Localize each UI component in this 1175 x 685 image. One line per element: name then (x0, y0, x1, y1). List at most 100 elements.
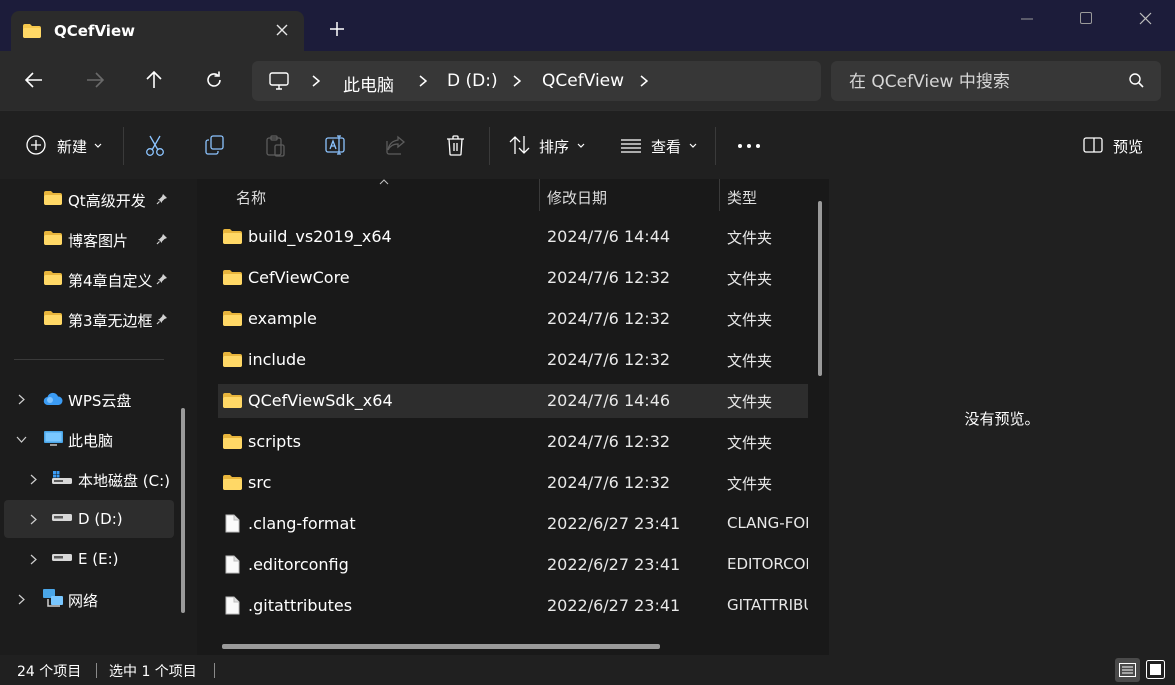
file-date: 2024/7/6 12:32 (547, 350, 671, 369)
chevron-right-icon[interactable] (419, 75, 427, 87)
breadcrumb-qcefview[interactable]: QCefView (542, 71, 624, 91)
chevron-right-icon[interactable] (30, 474, 37, 485)
sidebar-item-label: Qt高级开发 (68, 192, 146, 210)
back-icon[interactable] (25, 71, 43, 89)
sidebar-item-wps-cloud[interactable]: WPS云盘 (4, 380, 174, 418)
preview-button[interactable]: 预览 (1113, 136, 1143, 157)
table-row[interactable]: scripts 2024/7/6 12:32 文件夹 (218, 425, 808, 459)
large-icons-view-icon[interactable] (1146, 660, 1165, 679)
sidebar-scrollbar[interactable] (181, 408, 185, 613)
table-row[interactable]: example 2024/7/6 12:32 文件夹 (218, 302, 808, 336)
more-options-icon[interactable] (738, 144, 760, 148)
chevron-right-icon[interactable] (513, 75, 521, 87)
table-row[interactable]: .gitattributes 2022/6/27 23:41 GITATTRIBU (218, 589, 808, 623)
file-name: src (248, 473, 272, 492)
sidebar-item-label: WPS云盘 (68, 392, 132, 410)
file-date: 2022/6/27 23:41 (547, 514, 681, 533)
share-icon[interactable] (386, 135, 406, 155)
column-header-name[interactable]: 名称 (236, 187, 266, 208)
chevron-down-icon[interactable] (577, 143, 585, 148)
chevron-right-icon[interactable] (312, 75, 320, 87)
sidebar-item-pinned[interactable]: 第4章自定义: (4, 260, 174, 298)
table-row[interactable]: .editorconfig 2022/6/27 23:41 EDITORCOI (218, 548, 808, 582)
no-preview-message: 没有预览。 (964, 410, 1040, 428)
pin-icon[interactable] (156, 193, 168, 205)
refresh-icon[interactable] (205, 71, 223, 89)
view-icon[interactable] (621, 139, 641, 153)
folder-icon (44, 191, 62, 205)
file-date: 2024/7/6 12:32 (547, 473, 671, 492)
chevron-right-icon[interactable] (18, 594, 25, 605)
copy-icon[interactable] (205, 135, 225, 155)
details-view-button[interactable] (1115, 658, 1140, 682)
chevron-down-icon[interactable] (16, 436, 27, 443)
chevron-down-icon[interactable] (94, 143, 102, 148)
tab-qcefview[interactable]: QCefView (11, 11, 304, 51)
breadcrumb-d-drive[interactable]: D (D:) (447, 71, 498, 91)
sidebar-item-this-pc[interactable]: 此电脑 (4, 420, 174, 458)
sidebar-item-label: D (D:) (78, 510, 123, 528)
close-window-icon[interactable] (1139, 12, 1152, 25)
chevron-right-icon[interactable] (30, 554, 37, 565)
file-type: 文件夹 (727, 270, 773, 288)
paste-icon[interactable] (266, 135, 286, 157)
sort-icon[interactable] (509, 135, 531, 155)
sort-button[interactable]: 排序 (539, 136, 569, 157)
view-button[interactable]: 查看 (651, 136, 681, 157)
table-row[interactable]: .clang-format 2022/6/27 23:41 CLANG-FOI (218, 507, 808, 541)
vertical-scrollbar[interactable] (818, 201, 822, 376)
chevron-down-icon[interactable] (689, 143, 697, 148)
file-name: .gitattributes (248, 596, 353, 615)
status-divider (214, 663, 215, 678)
search-icon[interactable] (1129, 73, 1144, 88)
file-date: 2024/7/6 14:44 (547, 227, 671, 246)
sort-ascending-icon (379, 179, 389, 185)
sidebar-item-network[interactable]: 网络 (4, 580, 174, 618)
file-type: 文件夹 (727, 229, 773, 247)
search-input[interactable] (847, 69, 1121, 95)
table-row[interactable]: CefViewCore 2024/7/6 12:32 文件夹 (218, 261, 808, 295)
sidebar-item-d-drive[interactable]: D (D:) (4, 500, 174, 538)
sidebar-item-pinned[interactable]: 第3章无边框 (4, 300, 174, 338)
address-bar[interactable]: 此电脑 D (D:) QCefView (252, 61, 821, 101)
forward-icon[interactable] (86, 71, 104, 89)
rename-icon[interactable] (325, 135, 347, 155)
column-header-type[interactable]: 类型 (727, 187, 757, 208)
sidebar-item-e-drive[interactable]: E (E:) (4, 540, 174, 578)
preview-pane-icon[interactable] (1083, 137, 1103, 153)
maximize-icon[interactable] (1080, 12, 1092, 24)
file-type: CLANG-FOI (727, 514, 808, 532)
sidebar-item-pinned[interactable]: Qt高级开发 (4, 180, 174, 218)
pin-icon[interactable] (156, 233, 168, 245)
sidebar-item-c-drive[interactable]: 本地磁盘 (C:) (4, 460, 174, 498)
cut-icon[interactable] (145, 135, 165, 157)
minimize-icon[interactable] (1021, 18, 1033, 20)
chevron-right-icon[interactable] (18, 394, 25, 405)
new-icon[interactable] (26, 135, 46, 155)
chevron-right-icon[interactable] (30, 514, 37, 525)
up-icon[interactable] (145, 71, 163, 89)
drive-icon (52, 514, 72, 522)
pin-icon[interactable] (156, 273, 168, 285)
table-row[interactable]: include 2024/7/6 12:32 文件夹 (218, 343, 808, 377)
horizontal-scrollbar[interactable] (222, 644, 660, 649)
file-name: QCefViewSdk_x64 (248, 391, 393, 410)
table-row[interactable]: QCefViewSdk_x64 2024/7/6 14:46 文件夹 (218, 384, 808, 418)
new-button[interactable]: 新建 (57, 136, 87, 157)
table-row[interactable]: src 2024/7/6 12:32 文件夹 (218, 466, 808, 500)
folder-icon (223, 475, 242, 490)
file-date: 2024/7/6 14:46 (547, 391, 671, 410)
close-tab-icon[interactable] (276, 24, 288, 36)
folder-icon (23, 24, 41, 38)
sidebar-item-pinned[interactable]: 博客图片 (4, 220, 174, 258)
table-row[interactable]: build_vs2019_x64 2024/7/6 14:44 文件夹 (218, 220, 808, 254)
network-icon (43, 589, 64, 608)
column-divider[interactable] (539, 179, 540, 211)
breadcrumb-this-pc[interactable]: 此电脑 (343, 71, 394, 96)
column-header-date[interactable]: 修改日期 (547, 187, 607, 208)
pin-icon[interactable] (156, 313, 168, 325)
column-divider[interactable] (719, 179, 720, 211)
chevron-right-icon[interactable] (640, 75, 648, 87)
new-tab-icon[interactable] (330, 22, 344, 36)
delete-icon[interactable] (446, 135, 465, 156)
